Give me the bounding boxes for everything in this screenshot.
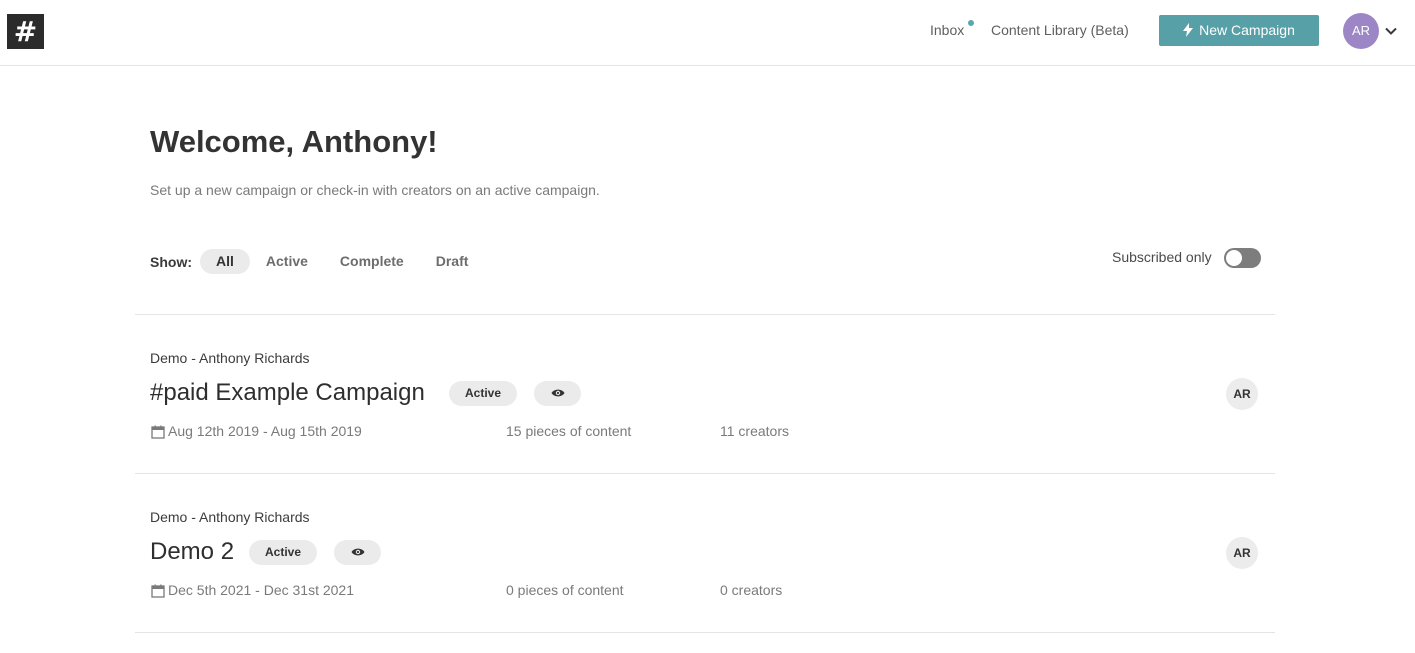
inbox-notification-dot bbox=[968, 20, 974, 26]
campaign-creators-count: 0 creators bbox=[720, 582, 783, 598]
filter-draft[interactable]: Draft bbox=[420, 249, 485, 274]
calendar-icon bbox=[151, 584, 165, 598]
new-campaign-button[interactable]: New Campaign bbox=[1159, 15, 1319, 46]
campaign-content-count: 15 pieces of content bbox=[506, 423, 632, 439]
toggle-knob bbox=[1226, 250, 1242, 266]
top-navigation-bar: # Inbox Content Library (Beta) New Campa… bbox=[0, 0, 1415, 66]
campaign-creators-count: 11 creators bbox=[720, 423, 789, 439]
divider bbox=[135, 632, 1275, 633]
filter-label: Show: bbox=[150, 253, 192, 270]
subscribed-only-label: Subscribed only bbox=[1112, 249, 1212, 265]
eye-icon[interactable] bbox=[534, 381, 581, 406]
status-badge: Active bbox=[449, 381, 518, 406]
campaign-title[interactable]: #paid Example Campaign bbox=[150, 378, 425, 408]
filter-all[interactable]: All bbox=[200, 249, 250, 274]
campaign-dates: Aug 12th 2019 - Aug 15th 2019 bbox=[168, 423, 362, 439]
chevron-down-icon[interactable] bbox=[1384, 24, 1398, 38]
avatar: AR bbox=[1226, 378, 1258, 410]
eye-icon[interactable] bbox=[334, 540, 381, 565]
campaign-organization: Demo - Anthony Richards bbox=[150, 509, 310, 525]
page-title: Welcome, Anthony! bbox=[150, 124, 438, 159]
nav-link-content-library[interactable]: Content Library (Beta) bbox=[991, 22, 1129, 38]
campaign-title[interactable]: Demo 2 bbox=[150, 537, 234, 567]
lightning-bolt-icon bbox=[1183, 17, 1194, 48]
status-badge: Active bbox=[249, 540, 318, 565]
campaign-organization: Demo - Anthony Richards bbox=[150, 350, 310, 366]
subscribed-only-toggle[interactable] bbox=[1224, 248, 1261, 268]
filter-complete[interactable]: Complete bbox=[324, 249, 420, 274]
campaign-dates: Dec 5th 2021 - Dec 31st 2021 bbox=[168, 582, 355, 598]
hash-logo-icon[interactable]: # bbox=[7, 14, 44, 49]
calendar-icon bbox=[151, 425, 165, 439]
avatar: AR bbox=[1226, 537, 1258, 569]
filter-active[interactable]: Active bbox=[250, 249, 324, 274]
status-filter-bar: Show: All Active Complete Draft bbox=[150, 249, 484, 274]
campaign-card[interactable]: Demo - Anthony Richards #paid Example Ca… bbox=[135, 315, 1275, 473]
campaign-content-count: 0 pieces of content bbox=[506, 582, 624, 598]
campaign-card[interactable]: Demo - Anthony Richards Demo 2 Active De… bbox=[135, 474, 1275, 632]
user-avatar[interactable]: AR bbox=[1343, 13, 1379, 49]
page-subtitle: Set up a new campaign or check-in with c… bbox=[150, 182, 600, 198]
new-campaign-label: New Campaign bbox=[1199, 22, 1295, 38]
nav-link-inbox[interactable]: Inbox bbox=[930, 22, 964, 38]
